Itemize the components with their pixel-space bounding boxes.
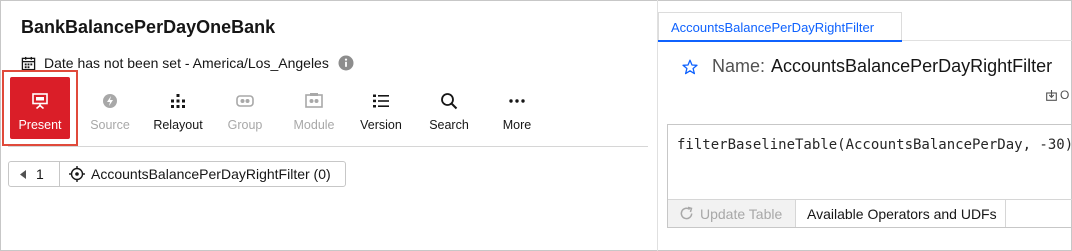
source-icon xyxy=(102,91,118,111)
group-button[interactable]: Group xyxy=(222,77,268,139)
date-status-text: Date has not been set - America/Los_Ange… xyxy=(44,55,329,71)
presentation-icon xyxy=(32,91,48,111)
download-icon xyxy=(1046,89,1057,101)
module-label: Module xyxy=(293,118,335,132)
properties-panel: AccountsBalancePerDayRightFilter Name: A… xyxy=(657,0,1072,251)
tab-strip-line xyxy=(902,40,1072,41)
list-icon xyxy=(372,91,390,111)
present-button[interactable]: Present xyxy=(10,77,70,139)
info-icon[interactable] xyxy=(338,55,354,71)
refresh-icon xyxy=(679,206,694,221)
source-button[interactable]: Source xyxy=(86,77,134,139)
present-label: Present xyxy=(18,118,62,132)
code-text[interactable]: filterBaselineTable(AccountsBalancePerDa… xyxy=(677,137,1072,153)
more-label: More xyxy=(502,118,532,132)
version-button[interactable]: Version xyxy=(357,77,405,139)
available-operators-button[interactable]: Available Operators and UDFs xyxy=(796,200,1006,227)
tab-accounts-balance-filter[interactable]: AccountsBalancePerDayRightFilter xyxy=(658,12,902,42)
source-label: Source xyxy=(90,118,130,132)
search-button[interactable]: Search xyxy=(427,77,471,139)
name-value[interactable]: AccountsBalancePerDayRightFilter xyxy=(771,56,1052,77)
breadcrumb-item[interactable]: AccountsBalancePerDayRightFilter (0) xyxy=(60,166,331,182)
tab-active-indicator xyxy=(658,40,902,42)
calendar-icon[interactable] xyxy=(21,56,36,71)
star-icon[interactable] xyxy=(682,59,698,75)
module-button[interactable]: Module xyxy=(289,77,339,139)
search-icon xyxy=(440,91,458,111)
caret-left-icon xyxy=(20,169,26,179)
more-button[interactable]: More xyxy=(498,77,536,139)
breadcrumb: 1 AccountsBalancePerDayRightFilter (0) xyxy=(8,161,346,187)
name-row: Name: AccountsBalancePerDayRightFilter xyxy=(682,56,1052,77)
target-icon xyxy=(69,166,85,182)
notebook-title: BankBalancePerDayOneBank xyxy=(21,17,276,37)
update-table-label: Update Table xyxy=(700,205,783,222)
toolbar-divider xyxy=(8,146,648,147)
version-label: Version xyxy=(360,118,402,132)
breadcrumb-item-label: AccountsBalancePerDayRightFilter (0) xyxy=(91,166,331,182)
group-label: Group xyxy=(227,118,263,132)
export-label: O xyxy=(1060,88,1070,102)
group-icon xyxy=(236,91,254,111)
name-label: Name: xyxy=(712,56,766,76)
relayout-label: Relayout xyxy=(153,118,203,132)
breadcrumb-step[interactable]: 1 xyxy=(9,162,60,186)
tab-label: AccountsBalancePerDayRightFilter xyxy=(671,20,875,35)
export-button[interactable]: O xyxy=(1046,88,1069,102)
update-table-button[interactable]: Update Table xyxy=(668,200,796,227)
editor-actions: Update Table Available Operators and UDF… xyxy=(668,199,1072,227)
relayout-button[interactable]: Relayout xyxy=(150,77,206,139)
code-editor[interactable]: filterBaselineTable(AccountsBalancePerDa… xyxy=(667,124,1072,228)
module-icon xyxy=(305,91,323,111)
available-operators-label: Available Operators and UDFs xyxy=(807,205,997,222)
more-dots-icon xyxy=(509,91,525,111)
breadcrumb-step-number: 1 xyxy=(36,166,44,182)
search-label: Search xyxy=(429,118,469,132)
relayout-icon xyxy=(169,91,187,111)
